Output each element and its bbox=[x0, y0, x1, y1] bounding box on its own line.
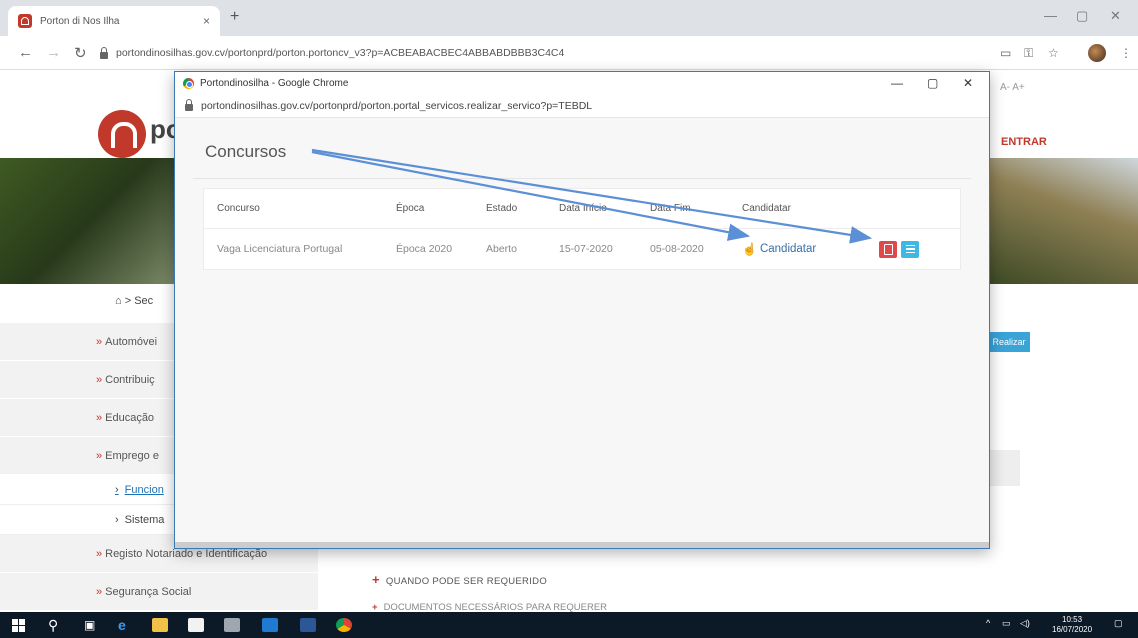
windows-taskbar: ⚲ ▣ e ^ ▭ ◁) 10:53 16/07/2020 ▢ bbox=[0, 612, 1138, 638]
porton-logo-icon bbox=[98, 110, 146, 158]
tab-close-icon[interactable]: × bbox=[203, 14, 210, 28]
chrome-taskbar-icon[interactable] bbox=[336, 617, 352, 633]
notification-icon[interactable]: ▢ bbox=[1114, 618, 1123, 629]
system-clock[interactable]: 10:53 16/07/2020 bbox=[1052, 615, 1092, 635]
candidatar-label: Candidatar bbox=[759, 243, 817, 255]
realizar-button[interactable]: Realizar bbox=[988, 332, 1030, 352]
column-header-epoca: Época bbox=[396, 203, 425, 214]
lock-icon bbox=[100, 46, 108, 59]
sidebar-item-seguranca-social[interactable]: » Segurança Social bbox=[0, 573, 318, 611]
concursos-table: Concurso Época Estado Data Início Data F… bbox=[203, 188, 961, 270]
new-tab-button[interactable]: + bbox=[230, 8, 239, 26]
outlook-icon[interactable] bbox=[262, 617, 278, 633]
forward-arrow-icon[interactable]: → bbox=[46, 44, 61, 61]
search-icon[interactable]: ⚲ bbox=[48, 617, 58, 633]
network-tray-icon[interactable]: ▭ bbox=[1002, 618, 1011, 629]
list-icon[interactable] bbox=[901, 240, 919, 258]
candidatar-link[interactable]: ☝ Candidatar bbox=[742, 242, 816, 256]
cell-data-fim: 05-08-2020 bbox=[650, 243, 704, 255]
task-view-icon[interactable]: ▣ bbox=[84, 617, 95, 633]
column-header-data-inicio: Data Início bbox=[559, 203, 607, 214]
key-icon[interactable]: ⚿ bbox=[1024, 46, 1033, 61]
popup-address-bar: portondinosilhas.gov.cv/portonprd/porton… bbox=[175, 94, 989, 118]
cell-data-inicio: 15-07-2020 bbox=[559, 243, 613, 255]
address-bar-url: portondinosilhas.gov.cv/portonprd/porton… bbox=[116, 47, 565, 59]
table-row: Vaga Licenciatura Portugal Época 2020 Ab… bbox=[204, 229, 960, 269]
horizontal-scrollbar[interactable] bbox=[175, 542, 989, 548]
back-arrow-icon[interactable]: ← bbox=[18, 44, 33, 61]
browser-tab[interactable]: Porton di Nos Ilha × bbox=[8, 6, 220, 36]
minimize-button[interactable]: — bbox=[1044, 8, 1057, 23]
store-icon[interactable] bbox=[188, 617, 204, 633]
popup-maximize-button[interactable]: ▢ bbox=[927, 76, 938, 90]
porton-favicon-icon bbox=[18, 14, 32, 28]
chrome-icon bbox=[183, 77, 194, 89]
tab-title: Porton di Nos Ilha bbox=[40, 15, 120, 27]
plus-icon: + bbox=[372, 572, 380, 587]
pdf-icon[interactable] bbox=[879, 240, 897, 258]
lock-icon bbox=[185, 99, 193, 111]
popup-content: Concursos Concurso Época Estado Data Iní… bbox=[175, 118, 989, 546]
tray-chevron-icon[interactable]: ^ bbox=[986, 618, 990, 628]
breadcrumb: ⌂ > Sec bbox=[115, 295, 153, 307]
column-header-data-fim: Data Fim bbox=[650, 203, 691, 214]
column-header-candidatar: Candidatar bbox=[742, 203, 791, 214]
documentos-necessarios[interactable]: + DOCUMENTOS NECESSÁRIOS PARA REQUERER bbox=[372, 602, 607, 612]
palm-tree-image bbox=[0, 158, 180, 284]
windows-start-icon[interactable] bbox=[10, 617, 26, 633]
close-window-button[interactable]: ✕ bbox=[1110, 8, 1121, 24]
tab-bar: Porton di Nos Ilha × + — ▢ ✕ bbox=[0, 0, 1138, 36]
file-explorer-icon[interactable] bbox=[152, 617, 168, 633]
network-app-icon[interactable] bbox=[224, 617, 240, 633]
hand-pointer-icon: ☝ bbox=[742, 242, 757, 256]
divider bbox=[193, 178, 971, 179]
volume-icon[interactable]: ◁) bbox=[1020, 618, 1030, 629]
panel-edge bbox=[990, 450, 1020, 486]
popup-window-title: Portondinosilha - Google Chrome bbox=[200, 77, 349, 89]
address-bar[interactable]: portondinosilhas.gov.cv/portonprd/porton… bbox=[100, 41, 980, 65]
popup-close-button[interactable]: ✕ bbox=[963, 76, 973, 90]
cast-icon[interactable]: ▭ bbox=[1000, 46, 1011, 60]
reload-icon[interactable]: ↻ bbox=[74, 44, 87, 62]
login-link[interactable]: ENTRAR bbox=[1001, 136, 1047, 148]
column-header-concurso: Concurso bbox=[217, 203, 260, 214]
star-icon[interactable]: ☆ bbox=[1048, 46, 1059, 60]
font-size-controls[interactable]: A- A+ bbox=[1000, 82, 1025, 93]
menu-dots-icon[interactable]: ⋮ bbox=[1120, 46, 1132, 60]
home-icon[interactable]: ⌂ bbox=[115, 295, 122, 307]
popup-window: Portondinosilha - Google Chrome — ▢ ✕ po… bbox=[174, 71, 990, 549]
cell-epoca: Época 2020 bbox=[396, 243, 453, 255]
profile-avatar[interactable] bbox=[1088, 44, 1106, 62]
edge-icon[interactable]: e bbox=[118, 617, 126, 633]
popup-url: portondinosilhas.gov.cv/portonprd/porton… bbox=[201, 99, 593, 112]
quando-pode-ser-requerido[interactable]: + QUANDO PODE SER REQUERIDO bbox=[372, 572, 547, 587]
popup-titlebar: Portondinosilha - Google Chrome bbox=[175, 72, 989, 94]
word-icon[interactable] bbox=[300, 617, 316, 633]
browser-toolbar: ← → ↻ portondinosilhas.gov.cv/portonprd/… bbox=[0, 36, 1138, 70]
breadcrumb-text[interactable]: > Sec bbox=[125, 295, 153, 307]
hut-image bbox=[990, 158, 1138, 284]
table-header: Concurso Época Estado Data Início Data F… bbox=[204, 189, 960, 229]
page-title: Concursos bbox=[205, 142, 287, 161]
cell-estado: Aberto bbox=[486, 243, 517, 255]
column-header-estado: Estado bbox=[486, 203, 518, 214]
popup-minimize-button[interactable]: — bbox=[891, 76, 903, 90]
cell-concurso: Vaga Licenciatura Portugal bbox=[217, 243, 343, 255]
maximize-button[interactable]: ▢ bbox=[1076, 8, 1088, 24]
